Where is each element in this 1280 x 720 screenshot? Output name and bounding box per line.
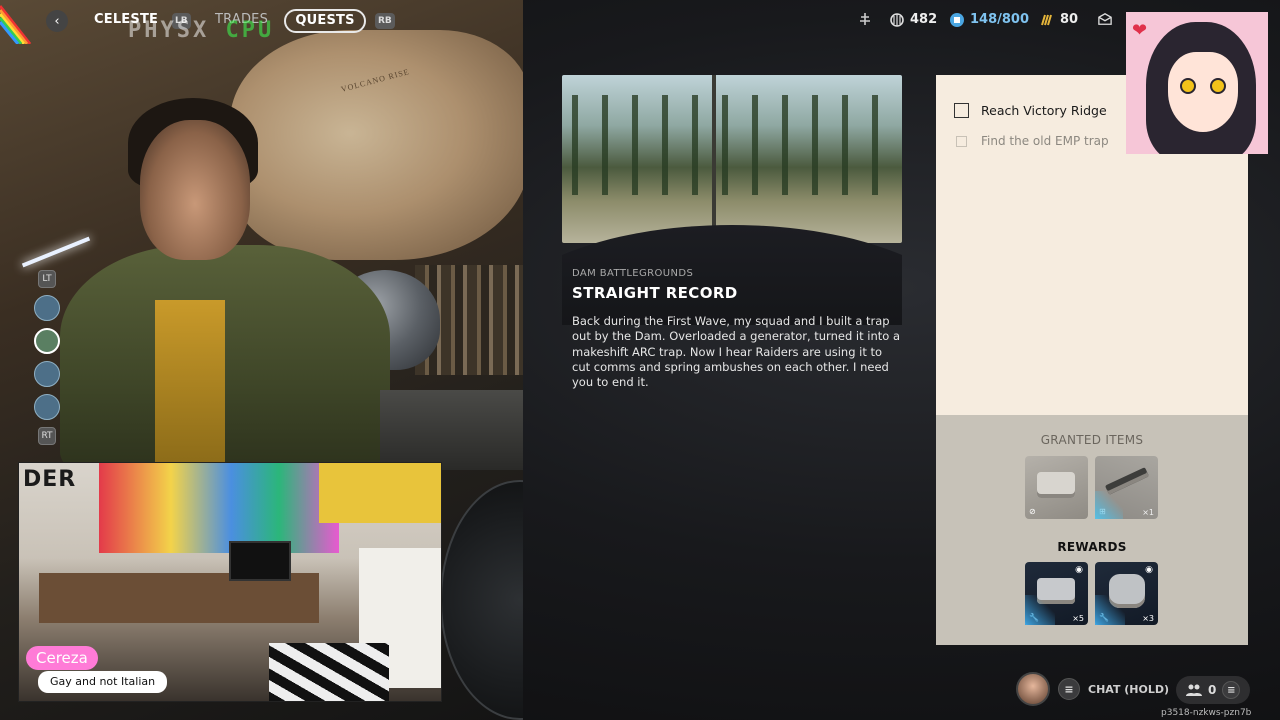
party-icon <box>1186 684 1202 696</box>
mural <box>99 463 339 553</box>
light-streak <box>21 236 91 268</box>
wall-map <box>230 30 523 260</box>
item-qty: ×1 <box>1142 508 1154 517</box>
objective-item: Find the old EMP trap <box>954 134 1109 148</box>
streamer-name: Cereza <box>26 646 98 670</box>
zebra-chair <box>269 643 389 701</box>
rb-hint: RB <box>375 13 395 29</box>
mail-icon <box>1098 12 1112 25</box>
chat-label: CHAT (HOLD) <box>1088 682 1170 696</box>
rt-hint: RT <box>38 427 56 445</box>
menu-icon: ≡ <box>1058 678 1080 700</box>
avatar-face <box>1168 52 1238 132</box>
monitor <box>229 541 291 581</box>
lt-hint: LT <box>38 270 56 288</box>
granted-items-title: GRANTED ITEMS <box>1040 433 1144 447</box>
item-qty: ×5 <box>1072 614 1084 623</box>
poster <box>319 463 441 523</box>
player-avatar[interactable] <box>1016 672 1050 706</box>
streamer-subtitle: Gay and not Italian <box>38 671 168 693</box>
stash-count: 148/800 <box>970 12 1030 27</box>
ammo-case-icon <box>1037 472 1075 498</box>
vtuber-avatar: ❤ <box>1126 12 1268 154</box>
trader-icon-4[interactable] <box>34 394 60 420</box>
rewards-panel: GRANTED ITEMS ⊘ ⊞ ×1 REWARDS ◉ 🔧 ×5 ◉ 🔧 … <box>936 415 1248 645</box>
chat-button[interactable]: ≡ CHAT (HOLD) <box>1058 678 1169 700</box>
item-qty: ×3 <box>1142 614 1154 623</box>
game-screen: VOLCANO RISE LT RT ‹ CELESTE LB TRADES Q… <box>0 0 1280 720</box>
wrench-icon: 🔧 <box>1099 613 1109 622</box>
tree-icon <box>860 13 870 25</box>
raider-token-count: 482 <box>910 12 938 27</box>
granted-item[interactable]: ⊞ ×1 <box>1095 456 1158 519</box>
physx-watermark: PHYSX CPU <box>128 18 275 43</box>
menu-icon: ≡ <box>1222 681 1241 699</box>
slot-icon: ⊞ <box>1099 507 1106 516</box>
quest-location: DAM BATTLEGROUNDS <box>572 268 694 279</box>
console <box>380 390 523 470</box>
trader-icon-1[interactable] <box>34 295 60 321</box>
quest-card: DAM BATTLEGROUNDS STRAIGHT RECORD <box>562 75 902 325</box>
quest-image <box>562 75 902 243</box>
toolbox-icon <box>1037 578 1075 604</box>
tree-stat[interactable] <box>858 12 872 26</box>
antenna-pole <box>712 75 716 243</box>
forest-trees <box>562 95 902 195</box>
eye-icon: ◉ <box>1145 565 1153 575</box>
stash-stat[interactable]: 148/800 <box>950 12 1029 27</box>
rifle-icon <box>1104 467 1150 495</box>
checkbox-icon <box>956 135 967 147</box>
device-icon <box>1109 574 1145 608</box>
eye-icon: ◉ <box>1075 565 1083 575</box>
checkbox-icon <box>954 103 969 118</box>
rewards-title: REWARDS <box>1057 540 1127 554</box>
character-vest <box>155 300 225 470</box>
reward-item[interactable]: ◉ 🔧 ×5 <box>1025 562 1088 625</box>
trader-icon-2[interactable] <box>34 328 60 354</box>
slot-icon: ⊘ <box>1029 507 1036 516</box>
avatar-eye <box>1210 78 1226 94</box>
back-button[interactable]: ‹ <box>46 10 68 32</box>
radar-disc <box>440 480 523 720</box>
objective-label: Find the old EMP trap <box>981 134 1109 148</box>
avatar-eye <box>1180 78 1196 94</box>
party-button[interactable]: 0 ≡ <box>1176 676 1250 704</box>
coin-icon <box>1041 14 1052 25</box>
wall-sign: DER <box>23 467 77 492</box>
coin-stat[interactable]: 80 <box>1040 12 1078 27</box>
coin-count: 80 <box>1060 12 1079 27</box>
session-id: p3518-nzkws-pzn7b <box>1161 708 1252 718</box>
mail-stat[interactable] <box>1098 12 1112 26</box>
character-body <box>60 245 390 475</box>
granted-item[interactable]: ⊘ <box>1025 456 1088 519</box>
token-icon <box>890 12 904 27</box>
trader-icon-3[interactable] <box>34 361 60 387</box>
character-head <box>140 120 250 260</box>
objective-item: Reach Victory Ridge <box>954 103 1107 118</box>
reward-item[interactable]: ◉ 🔧 ×3 <box>1095 562 1158 625</box>
side-icon-column: LT RT <box>34 270 60 452</box>
raider-token-stat[interactable]: 482 <box>890 12 937 27</box>
chevron-left-icon: ‹ <box>54 13 60 29</box>
heart-icon: ❤ <box>1132 20 1148 41</box>
top-nav: ‹ CELESTE LB TRADES QUESTS RB PHYSX CPU … <box>0 0 1280 43</box>
party-count: 0 <box>1208 683 1217 697</box>
quest-description: Back during the First Wave, my squad and… <box>572 314 900 390</box>
quest-title: STRAIGHT RECORD <box>572 284 738 302</box>
tab-quests[interactable]: QUESTS <box>284 9 366 33</box>
stash-icon <box>950 12 964 27</box>
objective-label: Reach Victory Ridge <box>981 103 1107 118</box>
wrench-icon: 🔧 <box>1029 613 1039 622</box>
